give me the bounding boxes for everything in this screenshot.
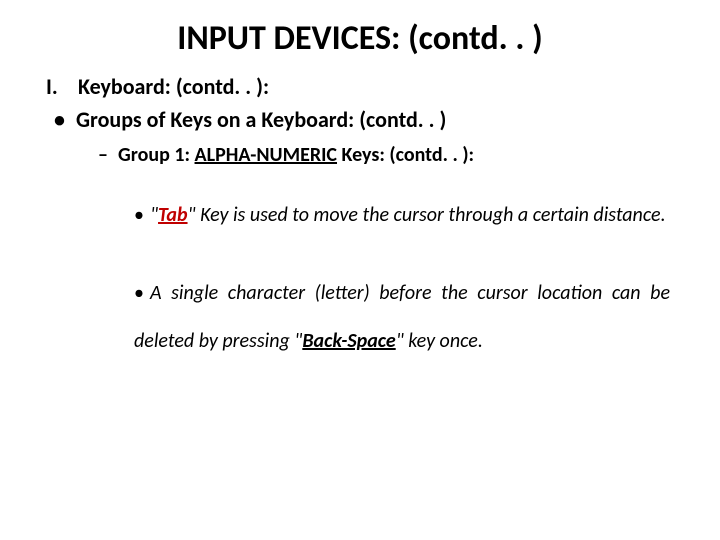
level1-text: Keyboard: (contd. . ): — [78, 73, 269, 100]
quote-close: " — [188, 203, 201, 227]
dot-icon: • — [134, 269, 150, 317]
level4-item-backspace: •A single character (letter) before the … — [134, 269, 670, 365]
level4-item-tab: •"Tab" Key is used to move the cursor th… — [134, 191, 670, 239]
level3-item: –Group 1: ALPHA-NUMERIC Keys: (contd. . … — [98, 143, 680, 167]
backspace-desc-2: " key once. — [396, 329, 483, 353]
dash-icon: – — [98, 143, 118, 167]
quote-open: " — [150, 203, 158, 227]
level1-marker: I. — [46, 73, 78, 100]
level1-item: I.Keyboard: (contd. . ): — [46, 73, 680, 100]
tab-key-label: Tab — [158, 203, 188, 227]
level3-suffix: Keys: (contd. . ): — [337, 143, 474, 167]
bullet-icon: • — [54, 106, 76, 133]
slide-title: INPUT DEVICES: (contd. . ) — [40, 18, 680, 59]
level3-keys: ALPHA-NUMERIC — [195, 143, 337, 167]
tab-key-desc: Key is used to move the cursor through a… — [200, 203, 666, 227]
level2-text: Groups of Keys on a Keyboard: (contd. . … — [76, 106, 446, 133]
level2-item: •Groups of Keys on a Keyboard: (contd. .… — [54, 106, 680, 133]
backspace-key-label: Back-Space — [302, 329, 395, 353]
dot-icon: • — [134, 191, 150, 239]
level3-prefix: Group 1: — [118, 143, 195, 167]
